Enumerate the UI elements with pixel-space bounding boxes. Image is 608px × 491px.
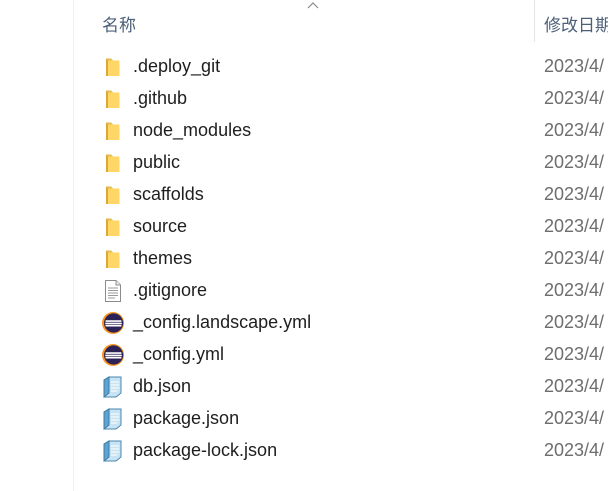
file-name: node_modules [133,120,252,140]
file-row[interactable]: package-lock.json 2023/4/ [74,435,608,467]
file-row[interactable]: .github 2023/4/ [74,83,608,115]
file-row[interactable]: themes 2023/4/ [74,243,608,275]
file-name: .deploy_git [133,56,221,76]
file-name: package-lock.json [133,440,278,460]
file-row[interactable]: package.json 2023/4/ [74,403,608,435]
file-row[interactable]: node_modules 2023/4/ [74,115,608,147]
folder-icon [101,119,125,143]
file-row[interactable]: .gitignore 2023/4/ [74,275,608,307]
column-header-date-modified[interactable]: 修改日期 [535,0,608,42]
file-date-modified: 2023/4/ [544,56,605,76]
file-date-modified: 2023/4/ [544,248,605,268]
file-date-modified: 2023/4/ [544,216,605,236]
folder-icon [101,215,125,239]
file-name: source [133,216,188,236]
column-header-name-label: 名称 [102,16,136,35]
file-date-modified: 2023/4/ [544,440,605,460]
file-date-modified: 2023/4/ [544,184,605,204]
file-row[interactable]: _config.landscape.yml 2023/4/ [74,307,608,339]
column-header-name[interactable]: 名称 [74,0,534,42]
sort-ascending-icon [307,2,319,9]
file-list: .deploy_git 2023/4/ .github 2023/4/ node_m… [74,51,608,467]
file-date-modified: 2023/4/ [544,152,605,172]
eclipse-icon [101,311,125,335]
file-row[interactable]: scaffolds 2023/4/ [74,179,608,211]
json-file-icon [101,407,125,431]
file-date-modified: 2023/4/ [544,312,605,332]
file-row[interactable]: .deploy_git 2023/4/ [74,51,608,83]
file-row[interactable]: _config.yml 2023/4/ [74,339,608,371]
json-file-icon [101,439,125,463]
folder-icon [101,55,125,79]
file-date-modified: 2023/4/ [544,408,605,428]
json-file-icon [101,375,125,399]
file-name: .github [133,88,188,108]
file-name: themes [133,248,193,268]
file-date-modified: 2023/4/ [544,376,605,396]
file-name: public [133,152,181,172]
file-name: .gitignore [133,280,208,300]
file-name: scaffolds [133,184,204,204]
text-file-icon [101,279,125,303]
folder-icon [101,87,125,111]
file-row[interactable]: source 2023/4/ [74,211,608,243]
file-date-modified: 2023/4/ [544,88,605,108]
file-name: package.json [133,408,240,428]
folder-icon [101,151,125,175]
file-row[interactable]: db.json 2023/4/ [74,371,608,403]
file-row[interactable]: public 2023/4/ [74,147,608,179]
eclipse-icon [101,343,125,367]
file-date-modified: 2023/4/ [544,280,605,300]
column-header-bar: 名称 修改日期 [74,0,608,42]
file-name: _config.yml [133,344,225,364]
folder-icon [101,247,125,271]
file-name: db.json [133,376,192,396]
file-name: _config.landscape.yml [133,312,312,332]
file-explorer-pane: 名称 修改日期 .deploy_git 2023/4/ .github 2023/4… [0,0,608,491]
column-header-date-label: 修改日期 [544,16,608,35]
file-date-modified: 2023/4/ [544,344,605,364]
folder-icon [101,183,125,207]
file-date-modified: 2023/4/ [544,120,605,140]
